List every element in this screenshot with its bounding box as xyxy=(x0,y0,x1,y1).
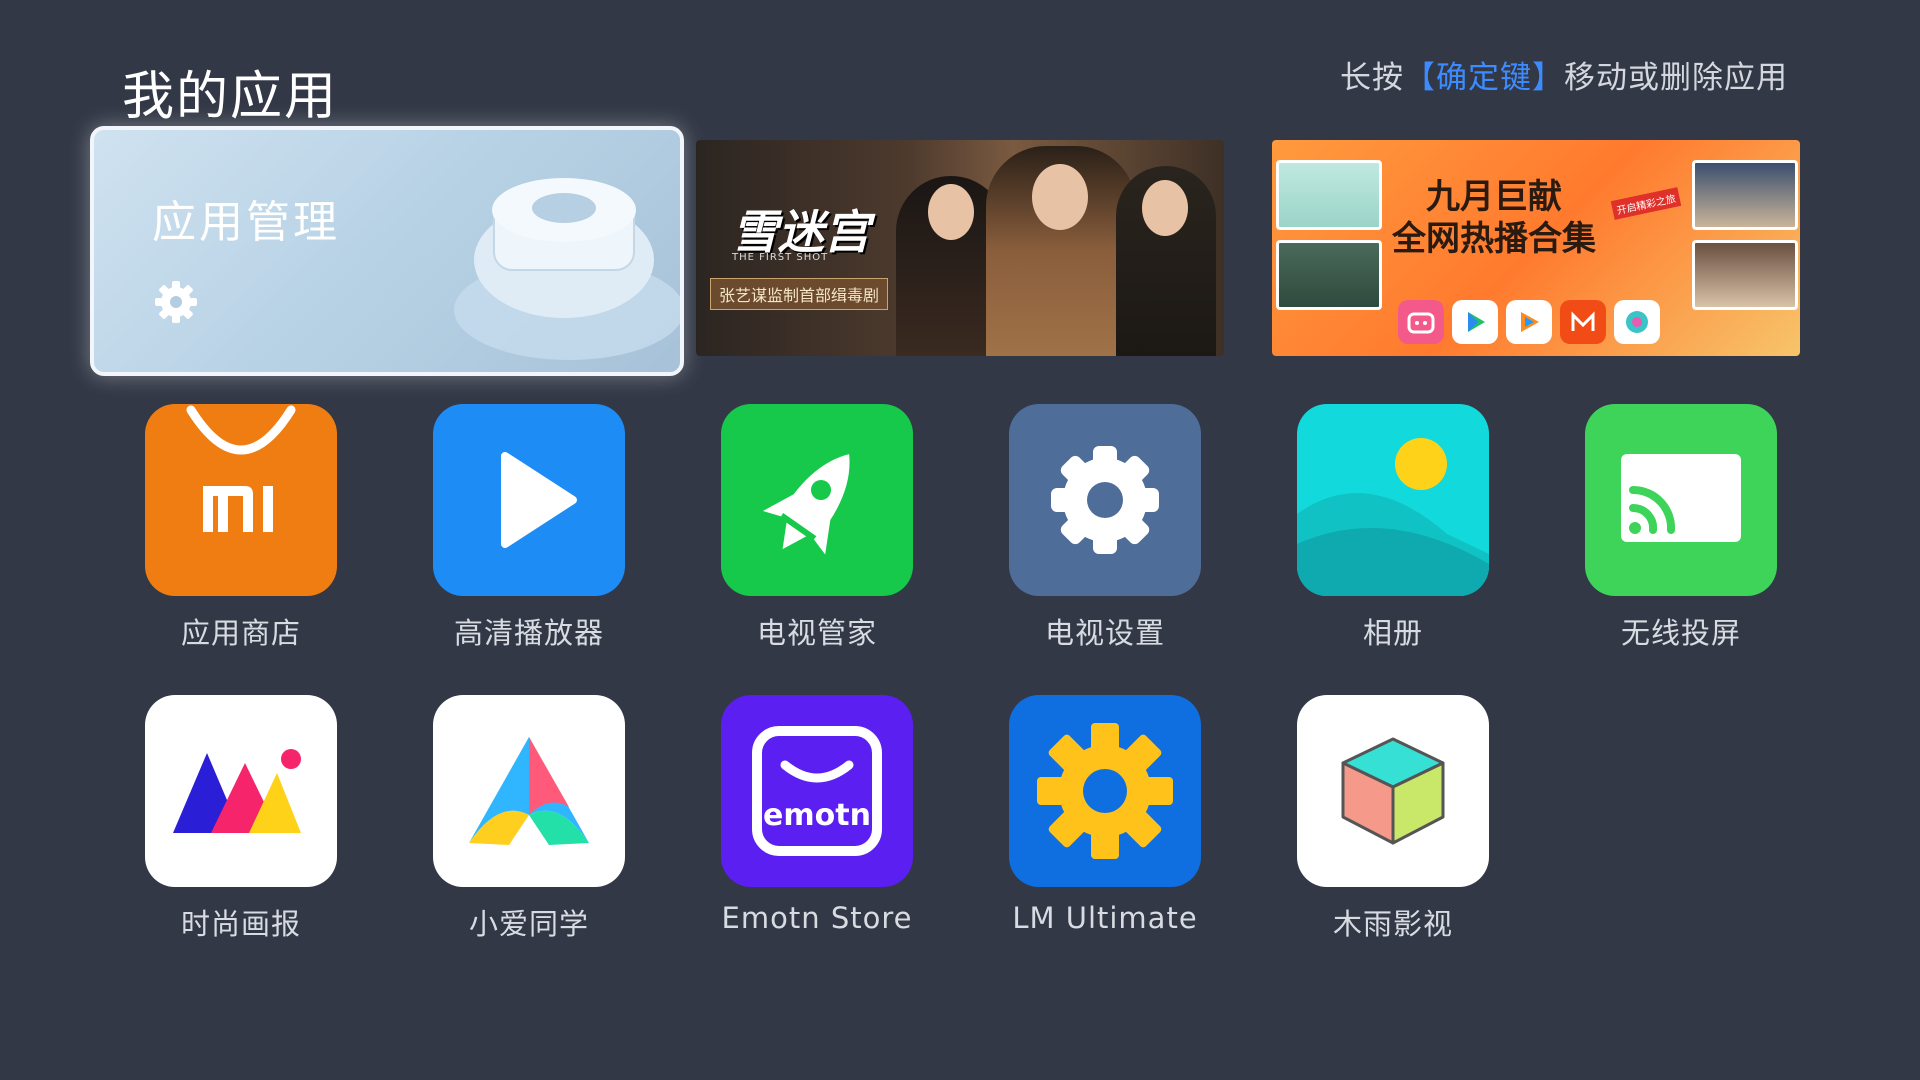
tencent-video-icon xyxy=(1506,300,1552,344)
mango-tv-icon xyxy=(1560,300,1606,344)
svg-text:emotn: emotn xyxy=(763,798,871,833)
app-name: 时尚画报 xyxy=(180,907,301,941)
video-play-icon xyxy=(1452,300,1498,344)
app-tile-muyu-video[interactable]: 木雨影视 xyxy=(1297,695,1489,943)
drama-banner[interactable]: 雪迷宫 THE FIRST SHOT 张艺谋监制首部缉毒剧 xyxy=(696,140,1224,356)
app-tile-tv-settings[interactable]: 电视设置 xyxy=(1009,404,1201,652)
app-tile-tv-manager[interactable]: 电视管家 xyxy=(721,404,913,652)
tv-app-icon xyxy=(1614,300,1660,344)
banner-badge: 开启精彩之旅 xyxy=(1610,187,1682,220)
app-tile-xiaoai[interactable]: 小爱同学 xyxy=(433,695,625,943)
app-name: 小爱同学 xyxy=(468,907,589,941)
app-tile-hd-player[interactable]: 高清播放器 xyxy=(433,404,625,652)
bilibili-icon xyxy=(1398,300,1444,344)
app-name: 电视管家 xyxy=(756,616,877,650)
app-tile-wireless-cast[interactable]: 无线投屏 xyxy=(1585,404,1777,652)
mi-store-icon xyxy=(145,404,337,596)
emotn-icon: emotn xyxy=(721,695,913,887)
hint-suffix: 移动或删除应用 xyxy=(1564,60,1788,96)
banner-thumbnail xyxy=(1692,240,1798,310)
banner-thumbnail xyxy=(1276,160,1382,230)
banner-face xyxy=(1032,164,1088,230)
banner-thumbnail xyxy=(1692,160,1798,230)
gallery-icon xyxy=(1297,404,1489,596)
hint-text: 长按【确定键】移动或删除应用 xyxy=(1340,52,1788,97)
cast-icon xyxy=(1585,404,1777,596)
rocket-icon xyxy=(721,404,913,596)
banner-face xyxy=(1142,180,1188,236)
app-name: Emotn Store xyxy=(721,901,913,935)
xiaoai-icon xyxy=(433,695,625,887)
banner-face xyxy=(928,184,974,240)
page-title: 我的应用 xyxy=(122,67,339,127)
hint-prefix: 长按 xyxy=(1340,60,1404,96)
play-icon xyxy=(433,404,625,596)
app-name: 木雨影视 xyxy=(1332,907,1453,941)
banner-app-logos xyxy=(1398,300,1660,344)
hint-key: 【确定键】 xyxy=(1404,60,1564,96)
banner-tag: 张艺谋监制首部缉毒剧 xyxy=(710,278,889,310)
app-name: 高清播放器 xyxy=(453,616,604,650)
fashion-icon xyxy=(145,695,337,887)
app-tile-emotn-store[interactable]: emotn Emotn Store xyxy=(721,695,913,935)
cube-icon xyxy=(1297,695,1489,887)
gear-icon xyxy=(1009,404,1201,596)
app-name: 相册 xyxy=(1362,616,1423,650)
app-management-label: 应用管理 xyxy=(152,197,340,248)
collection-banner[interactable]: 九月巨献 全网热播合集 开启精彩之旅 xyxy=(1272,140,1800,356)
app-name: 应用商店 xyxy=(180,616,301,650)
app-tile-fashion-pictorial[interactable]: 时尚画报 xyxy=(145,695,337,943)
app-name: LM Ultimate xyxy=(1012,901,1198,935)
banner-title: 九月巨献 全网热播合集 xyxy=(1392,176,1596,260)
app-name: 电视设置 xyxy=(1044,616,1165,650)
banner-title-line-2: 全网热播合集 xyxy=(1392,219,1596,259)
app-tile-app-store[interactable]: 应用商店 xyxy=(145,404,337,652)
app-tile-lm-ultimate[interactable]: LM Ultimate xyxy=(1009,695,1201,935)
app-tile-gallery[interactable]: 相册 xyxy=(1297,404,1489,652)
app-name: 无线投屏 xyxy=(1620,616,1741,650)
banner-thumbnail xyxy=(1276,240,1382,310)
gear-illustration xyxy=(454,178,680,360)
lm-gear-icon xyxy=(1009,695,1201,887)
banner-title-line-1: 九月巨献 xyxy=(1426,177,1562,217)
app-management-card[interactable]: 应用管理 xyxy=(90,126,684,376)
banner-subtitle: THE FIRST SHOT xyxy=(732,252,829,263)
gear-icon xyxy=(155,281,197,323)
